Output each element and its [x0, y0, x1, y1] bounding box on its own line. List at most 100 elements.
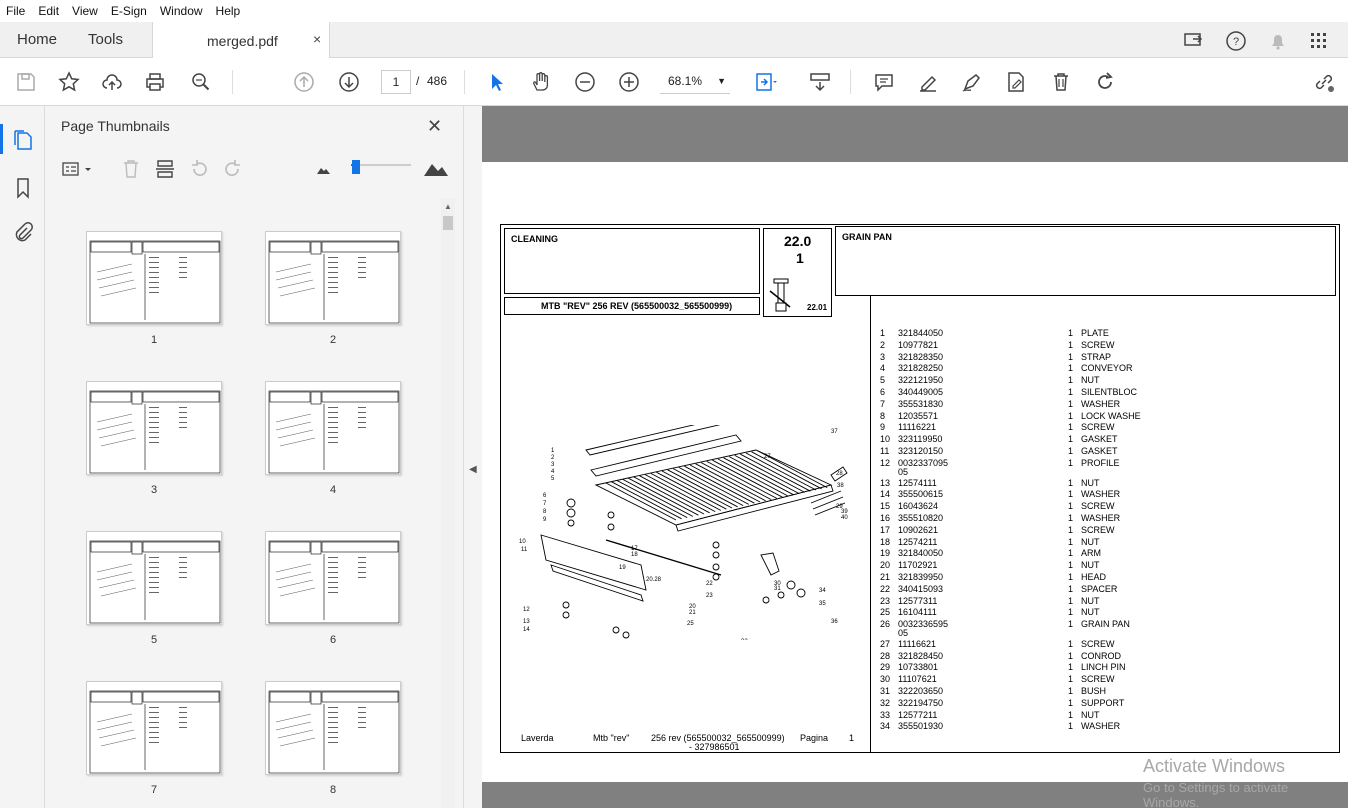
menu-file[interactable]: File	[6, 4, 25, 18]
fit-page-icon[interactable]	[753, 70, 777, 94]
tab-tools[interactable]: Tools	[88, 31, 123, 48]
thumbnail-size-handle[interactable]	[352, 160, 360, 174]
page-thumbnail[interactable]	[265, 381, 401, 475]
zoom-in-icon[interactable]	[617, 70, 641, 94]
part-code: 10977821	[898, 339, 939, 350]
part-description: WASHER	[1081, 489, 1121, 500]
parts-sheet-frame: CLEANING MTB "REV" 256 REV (565500032_56…	[500, 224, 1340, 753]
panel-close-icon[interactable]: ✕	[427, 116, 442, 137]
part-description: NUT	[1081, 477, 1100, 488]
part-code: 323120150	[898, 446, 944, 456]
thumbnail-scrollbar[interactable]: ▲	[441, 198, 455, 808]
part-number: 19	[880, 548, 891, 559]
tab-document[interactable]: merged.pdf ×	[152, 22, 330, 59]
rotate-redo-icon[interactable]	[1093, 70, 1117, 94]
diagram-callout: 35	[819, 601, 826, 607]
part-code-suffix: 05	[898, 628, 909, 639]
part-code: 355531830	[898, 398, 944, 409]
page-thumbnail[interactable]	[265, 231, 401, 325]
tab-home[interactable]: Home	[17, 31, 57, 48]
windows-watermark-title: Activate Windows	[1143, 756, 1286, 776]
parts-list-row: 21 321839950 1 HEAD	[880, 572, 1320, 584]
part-qty: 1	[1068, 422, 1074, 433]
bookmark-star-icon[interactable]	[57, 70, 81, 94]
part-qty: 1	[1068, 446, 1074, 456]
parts-list-row: 20 11702921 1 NUT	[880, 560, 1320, 572]
comment-icon[interactable]	[872, 70, 896, 94]
previous-page-icon[interactable]	[292, 70, 316, 94]
part-qty: 1	[1068, 351, 1074, 362]
zoom-search-icon[interactable]	[189, 70, 213, 94]
collapse-panel-icon[interactable]: ◀	[469, 464, 477, 475]
delete-trash-icon[interactable]	[1049, 70, 1073, 94]
part-code: 10733801	[898, 662, 939, 673]
save-icon[interactable]	[14, 70, 38, 94]
part-qty: 1	[1068, 457, 1074, 468]
page-thumbnail[interactable]	[86, 231, 222, 325]
hand-pan-icon[interactable]	[529, 70, 553, 94]
parts-list-row: 8 12035571 1 LOCK WASHE	[880, 411, 1320, 423]
page-thumbnail[interactable]	[86, 531, 222, 625]
part-number: 3	[880, 351, 886, 362]
page-thumbnail[interactable]	[265, 531, 401, 625]
part-number: 25	[880, 607, 891, 618]
page-thumbnails-icon[interactable]	[11, 128, 35, 152]
page-separator: /	[416, 74, 420, 88]
part-qty: 1	[1068, 548, 1074, 559]
footer-page-label: Pagina	[800, 733, 829, 743]
diagram-callout: 32	[741, 639, 748, 640]
scroll-mode-icon[interactable]	[808, 70, 832, 94]
scroll-up-icon[interactable]: ▲	[444, 202, 452, 211]
panel-splitter[interactable]: ◀	[463, 106, 482, 808]
part-code: 12577211	[898, 709, 938, 720]
thumbnail-size-slider[interactable]	[351, 164, 411, 166]
part-code: 321828350	[898, 351, 944, 362]
sign-pen-icon[interactable]	[960, 70, 984, 94]
zoom-out-icon[interactable]	[573, 70, 597, 94]
select-cursor-icon[interactable]	[485, 70, 509, 94]
scrollbar-thumb[interactable]	[443, 216, 453, 230]
page-number-input[interactable]: 1	[381, 70, 411, 94]
parts-list-row: 30 11107621 1 SCREW	[880, 674, 1320, 686]
part-code: 355501930	[898, 721, 944, 732]
page-thumbnail[interactable]	[86, 381, 222, 475]
edit-document-icon[interactable]	[1004, 70, 1028, 94]
part-number: 33	[880, 709, 891, 720]
link-share-icon[interactable]	[1312, 70, 1336, 94]
menu-window[interactable]: Window	[160, 4, 203, 18]
page-thumbnail[interactable]	[265, 681, 401, 775]
upload-cloud-icon[interactable]	[100, 70, 124, 94]
diagram-callout: 9	[543, 517, 547, 523]
part-code: 10902621	[898, 524, 939, 535]
next-page-icon[interactable]	[337, 70, 361, 94]
smaller-thumbnail-icon[interactable]	[315, 158, 331, 180]
larger-thumbnail-icon[interactable]	[423, 158, 449, 180]
highlight-pen-icon[interactable]	[916, 70, 940, 94]
menu-esign[interactable]: E-Sign	[111, 4, 147, 18]
menu-help[interactable]: Help	[216, 4, 241, 18]
attachment-paperclip-icon[interactable]	[11, 220, 35, 244]
part-description: NUT	[1081, 607, 1100, 618]
diagram-callout: 37	[831, 429, 838, 435]
footer-brand: Laverda	[521, 733, 554, 743]
rotate-left-icon[interactable]	[188, 158, 210, 180]
menu-view[interactable]: View	[72, 4, 98, 18]
insert-page-icon[interactable]	[154, 158, 176, 180]
apps-grid-icon[interactable]	[1308, 30, 1330, 52]
thumbnail-options-icon[interactable]	[61, 158, 95, 180]
page-thumbnail[interactable]	[86, 681, 222, 775]
tab-close-icon[interactable]: ×	[313, 31, 321, 47]
windows-watermark-subtitle: Go to Settings to activate Windows.	[1143, 780, 1289, 810]
delete-page-icon[interactable]	[120, 158, 142, 180]
menu-edit[interactable]: Edit	[38, 4, 59, 18]
part-qty: 1	[1068, 674, 1074, 685]
rotate-right-icon[interactable]	[222, 158, 244, 180]
print-icon[interactable]	[143, 70, 167, 94]
help-icon[interactable]: ?	[1225, 30, 1247, 52]
parts-list-row: 13 12574111 1 NUT	[880, 478, 1320, 490]
zoom-level-select[interactable]: 68.1% ▼	[660, 70, 730, 94]
share-screen-icon[interactable]	[1183, 30, 1205, 52]
bookmarks-icon[interactable]	[11, 176, 35, 200]
part-qty: 1	[1068, 363, 1074, 374]
notification-bell-icon[interactable]	[1267, 30, 1289, 52]
